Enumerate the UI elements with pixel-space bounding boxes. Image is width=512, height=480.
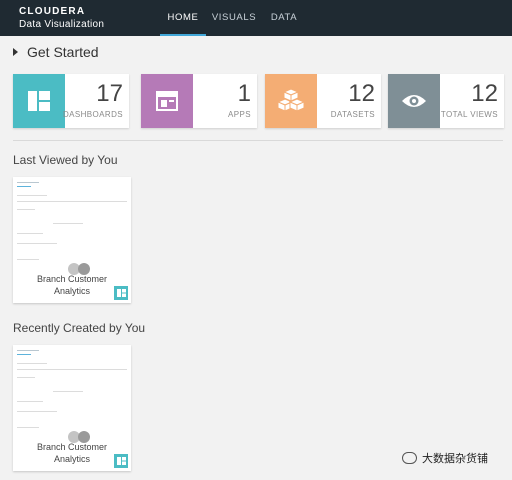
tab-data[interactable]: DATA bbox=[264, 0, 304, 36]
apps-label: APPS bbox=[228, 110, 251, 119]
dashboard-thumbnail bbox=[13, 345, 131, 443]
dashboard-type-icon bbox=[114, 454, 128, 468]
last-viewed-title: Last Viewed by You bbox=[13, 153, 118, 167]
get-started-toggle[interactable]: Get Started bbox=[13, 43, 99, 61]
watermark-text: 大数据杂货铺 bbox=[422, 453, 488, 465]
apps-count: 1 bbox=[237, 80, 251, 107]
dashboards-label: DASHBOARDS bbox=[62, 110, 123, 119]
section-divider bbox=[13, 140, 503, 141]
dashboards-count: 17 bbox=[96, 80, 123, 107]
app-icon bbox=[141, 74, 193, 128]
dashboard-card-title: Branch Customer Analytics bbox=[36, 442, 108, 464]
stat-card-apps[interactable]: 1 APPS bbox=[141, 74, 257, 128]
dashboard-thumbnail bbox=[13, 177, 131, 275]
dashboard-icon bbox=[13, 74, 65, 128]
stat-card-dashboards[interactable]: 17 DASHBOARDS bbox=[13, 74, 129, 128]
eye-icon bbox=[388, 74, 440, 128]
stat-card-total-views[interactable]: 12 TOTAL VIEWS bbox=[388, 74, 504, 128]
total-views-label: TOTAL VIEWS bbox=[440, 110, 498, 119]
datasets-cubes-icon bbox=[265, 74, 317, 128]
brand-logo[interactable]: CLOUDERA Data Visualization bbox=[19, 6, 104, 31]
dashboard-type-icon bbox=[114, 286, 128, 300]
stat-card-datasets[interactable]: 12 DATASETS bbox=[265, 74, 381, 128]
caret-right-icon bbox=[13, 48, 18, 56]
tab-visuals[interactable]: VISUALS bbox=[208, 0, 260, 36]
watermark: 大数据杂货铺 bbox=[402, 450, 488, 466]
total-views-count: 12 bbox=[471, 80, 498, 107]
top-navbar: CLOUDERA Data Visualization HOME VISUALS… bbox=[0, 0, 512, 36]
datasets-count: 12 bbox=[348, 80, 375, 107]
tab-home[interactable]: HOME bbox=[160, 0, 206, 36]
recently-created-title: Recently Created by You bbox=[13, 321, 146, 335]
dashboard-card-recently-created[interactable]: Branch Customer Analytics bbox=[13, 345, 131, 471]
datasets-label: DATASETS bbox=[330, 110, 375, 119]
brand-name: CLOUDERA bbox=[19, 6, 86, 17]
dashboard-card-title: Branch Customer Analytics bbox=[36, 274, 108, 296]
dashboard-card-last-viewed[interactable]: Branch Customer Analytics bbox=[13, 177, 131, 303]
brand-subtitle: Data Visualization bbox=[19, 19, 105, 30]
get-started-title: Get Started bbox=[27, 44, 99, 60]
wechat-icon bbox=[402, 452, 417, 464]
